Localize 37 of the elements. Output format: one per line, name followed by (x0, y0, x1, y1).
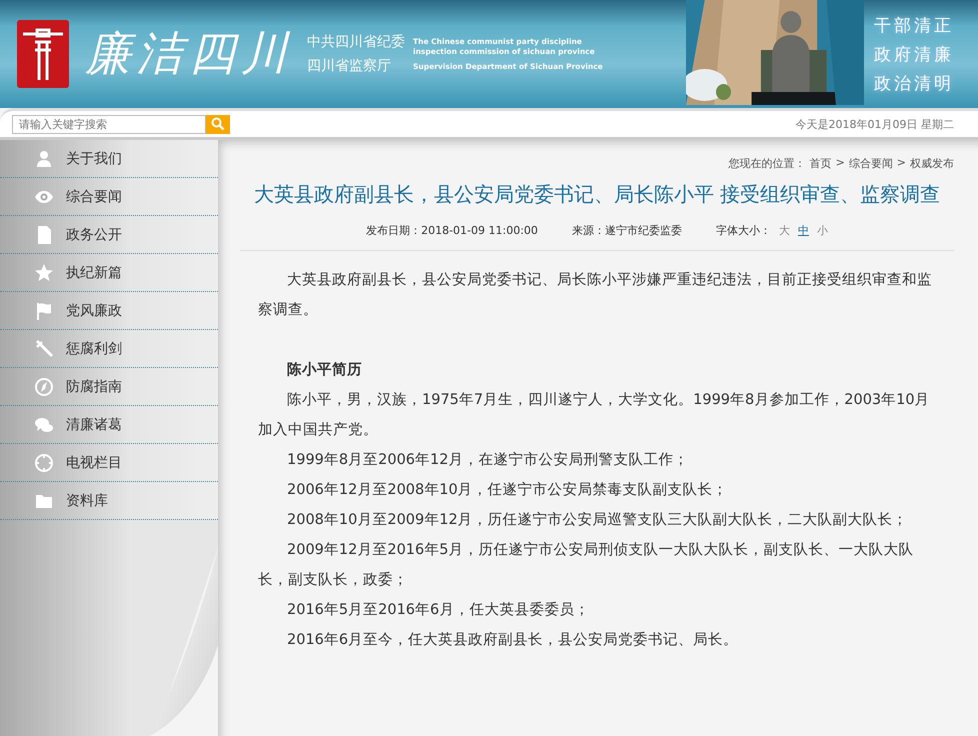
font-size-option[interactable]: 中 (798, 223, 809, 238)
article-meta: 发布日期：2018-01-09 11:00:00 (366, 223, 538, 238)
sidebar-item[interactable]: 党风廉政 (0, 292, 218, 330)
sidebar-item[interactable]: 惩腐利剑 (0, 330, 218, 368)
paragraph: 大英县政府副县长，县公安局党委书记、局长陈小平涉嫌严重违纪违法，目前正接受组织审查和监察调查。 (258, 270, 933, 320)
sidebar-item[interactable]: 综合要闻 (0, 178, 218, 216)
date-text: 今天是2018年01月09日 星期二 (796, 116, 954, 132)
slogan: 政府清廉 (874, 44, 954, 66)
sidebar-item[interactable]: 关于我们 (0, 140, 218, 178)
paragraph: 2006年12月至2008年10月，任遂宁市公安局禁毒支队副支队长； (286, 480, 729, 500)
paragraph: 2016年6月至今，任大英县政府副县长，县公安局党委书记、局长。 (286, 630, 740, 650)
breadcrumb-link[interactable]: 综合要闻 (848, 156, 893, 171)
sidebar-item[interactable]: 政务公开 (0, 216, 218, 254)
slogan: 政治清明 (874, 73, 954, 95)
search-field[interactable]: 请输入关键字搜索 (12, 114, 206, 134)
logo-text: 廉洁四川 (85, 25, 293, 82)
paragraph: 1999年8月至2006年12月，在遂宁市公安局刑警支队工作； (286, 450, 690, 470)
font-size-label: 字体大小： (716, 223, 771, 238)
organization-name: 中共四川省纪委 (307, 33, 405, 51)
breadcrumb-separator: > (896, 156, 906, 171)
paragraph: 2008年10月至2009年12月，历任遂宁市公安局巡警支队三大队副大队长，二大队副大队长； (286, 510, 909, 530)
slogan: 干部清正 (874, 15, 954, 37)
breadcrumb-link[interactable]: 权威发布 (910, 156, 954, 171)
sidebar-item[interactable]: 清廉诸葛 (0, 406, 218, 444)
paragraph: 陈小平，男，汉族，1975年7月生，四川遂宁人，大学文化。1999年8月参加工作，2003年10月加入中国共产党。 (258, 390, 931, 440)
article-meta: 来源：遂宁市纪委监委 (572, 223, 682, 238)
breadcrumb-separator: > (836, 156, 845, 171)
sidebar-item[interactable]: 电视栏目 (0, 444, 218, 482)
article-title: 大英县政府副县长，县公安局党委书记、局长陈小平 接受组织审查、监察调查 (252, 181, 942, 207)
organization-name: 四川省监察厅 (307, 57, 392, 75)
section-heading: 陈小平简历 (286, 360, 363, 380)
paragraph: 2016年5月至2016年6月，任大英县委委员； (286, 600, 590, 620)
sidebar-item[interactable]: 防腐指南 (0, 368, 218, 406)
paragraph: 2009年12月至2016年5月，历任遂宁市公安局刑侦支队一大队大队长，副支队长、一大队大队长，副支队长，政委； (258, 540, 914, 590)
breadcrumb-link[interactable]: 首页 (810, 156, 832, 171)
breadcrumb-label: 您现在的位置： (728, 156, 806, 171)
sidebar-item[interactable]: 执纪新篇 (0, 254, 218, 292)
